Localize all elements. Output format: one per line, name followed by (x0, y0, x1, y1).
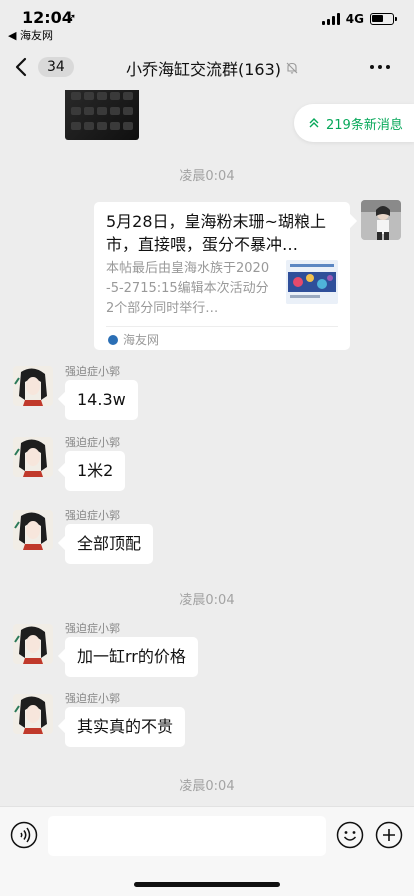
back-to-app-link[interactable]: ◀ 海友网 (8, 27, 53, 43)
network-type: 4G (345, 12, 364, 26)
sender-name: 强迫症小郭 (65, 622, 120, 635)
sender-name: 强迫症小郭 (65, 692, 120, 705)
new-messages-label: 219条新消息 (326, 117, 403, 133)
signal-icon (321, 13, 340, 25)
mute-bell-icon (286, 62, 298, 74)
voice-icon[interactable] (10, 821, 38, 849)
plus-icon[interactable] (375, 821, 403, 849)
divider (106, 326, 338, 327)
message-input[interactable] (48, 816, 326, 856)
status-bar: 12:04 ➚ ◀ 海友网 4G (0, 0, 414, 44)
message-bubble[interactable]: 加一缸rr的价格 (65, 637, 198, 677)
chevron-left-icon (15, 57, 27, 77)
link-card-title: 5月28日，皇海粉末珊~瑚粮上市，直接喂，蛋分不暴冲… (106, 212, 326, 254)
status-time: 12:04 (22, 8, 73, 27)
avatar[interactable] (361, 200, 401, 240)
message-bubble[interactable]: 其实真的不贵 (65, 707, 186, 747)
location-arrow-icon: ➚ (67, 11, 77, 24)
new-messages-button[interactable]: 219条新消息 (294, 104, 414, 142)
message-bubble[interactable]: 全部顶配 (65, 524, 154, 564)
battery-icon (370, 13, 397, 25)
message-timestamp: 凌晨0:04 (179, 169, 235, 184)
sender-avatar-image (13, 510, 53, 550)
status-indicators: 4G (321, 12, 397, 26)
sender-avatar-image (13, 624, 53, 664)
avatar[interactable] (13, 510, 53, 550)
more-button[interactable] (370, 57, 394, 77)
link-card-source-name: 海友网 (123, 333, 160, 347)
message-bubble[interactable]: 14.3w (65, 380, 138, 420)
avatar[interactable] (13, 366, 53, 406)
sender-avatar-image (13, 694, 53, 734)
home-indicator (134, 882, 280, 887)
avatar[interactable] (13, 694, 53, 734)
link-card-source: 海友网 (108, 331, 159, 348)
source-logo-icon (108, 334, 118, 345)
double-chevron-up-icon (309, 118, 319, 128)
chat-title: 小乔海缸交流群(163) (126, 60, 282, 79)
unread-count-badge: 34 (38, 57, 74, 77)
back-button[interactable]: 34 (14, 54, 84, 80)
sender-avatar-image (13, 437, 53, 477)
image-message[interactable] (65, 90, 139, 140)
sender-name: 强迫症小郭 (65, 436, 120, 449)
link-card-thumbnail (286, 260, 338, 304)
sender-avatar-image (13, 366, 53, 406)
link-card-description: 本帖最后由皇海水族于2020-5-2715:15编辑本次活动分2个部分同时举行… (106, 261, 270, 316)
sender-name: 强迫症小郭 (65, 365, 120, 378)
more-dots-icon (370, 65, 374, 69)
sender-name: 强迫症小郭 (65, 509, 120, 522)
avatar[interactable] (13, 624, 53, 664)
nav-bar: 34 小乔海缸交流群(163) (0, 44, 414, 90)
chat-messages[interactable]: 219条新消息 凌晨0:04 5月28日，皇海粉末珊~瑚粮上市，直接喂，蛋分不暴… (0, 90, 414, 806)
link-card-message[interactable]: 5月28日，皇海粉末珊~瑚粮上市，直接喂，蛋分不暴冲… 本帖最后由皇海水族于20… (94, 202, 350, 350)
message-timestamp: 凌晨0:04 (179, 779, 235, 794)
emoji-icon[interactable] (336, 821, 364, 849)
avatar[interactable] (13, 437, 53, 477)
chat-title-group: 小乔海缸交流群(163) (126, 56, 299, 80)
message-timestamp: 凌晨0:04 (179, 593, 235, 608)
message-bubble[interactable]: 1米2 (65, 451, 126, 491)
